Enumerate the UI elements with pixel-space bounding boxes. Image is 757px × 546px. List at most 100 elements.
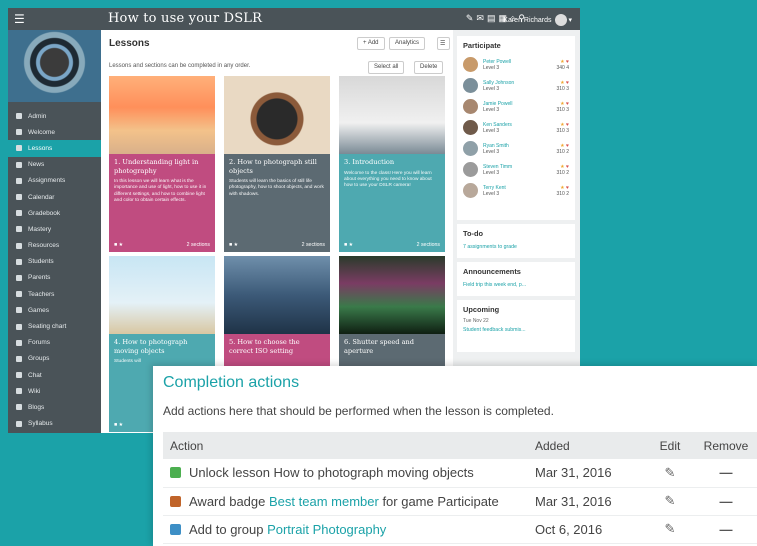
table-header: Action Added Edit Remove (163, 432, 757, 459)
sidebar-item-icon (16, 177, 22, 184)
sidebar-item-lessons[interactable]: Lessons (8, 140, 101, 157)
sidebar-item-games[interactable]: Games (8, 302, 101, 318)
lesson-image (109, 76, 215, 154)
action-link[interactable]: Portrait Photography (267, 522, 386, 537)
lesson-title: 5. How to choose the correct ISO setting (229, 338, 300, 355)
participant-level: Level 3 (483, 64, 500, 71)
select-all-button[interactable]: Select all (368, 61, 405, 74)
sections-count: 2 sections (186, 242, 210, 248)
sidebar-item-students[interactable]: Students (8, 254, 101, 270)
participant-score: 310 (556, 85, 565, 92)
sections-count: 2 sections (416, 242, 440, 248)
participant-row[interactable]: Terry Kent Level 3 ★ ♥ 310 2 (463, 180, 569, 201)
pencil-icon[interactable]: ✎ (665, 465, 676, 480)
sidebar-item-icon (16, 226, 22, 233)
analytics-button[interactable]: Analytics (389, 37, 426, 50)
upcoming-item[interactable]: Student feedback submis... (463, 327, 569, 333)
avatar (463, 183, 478, 198)
user-menu[interactable]: Karen Richards ▾ (503, 14, 572, 26)
participant-row[interactable]: Steven Timm Level 3 ★ ♥ 310 2 (463, 159, 569, 180)
sidebar-item-icon (16, 372, 22, 379)
sidebar-item-syllabus[interactable]: Syllabus (8, 416, 101, 432)
checkbox-icon[interactable]: ■ ★ (114, 242, 123, 248)
participant-row[interactable]: Peter Powell Level 3 ★ ♥ 340 4 (463, 54, 569, 75)
sidebar-item-wiki[interactable]: Wiki (8, 383, 101, 399)
announcements-title: Announcements (463, 267, 521, 276)
participant-row[interactable]: Ken Sanders Level 3 ★ ♥ 310 3 (463, 117, 569, 138)
course-title: How to use your DSLR (108, 11, 263, 26)
sidebar-item-resources[interactable]: Resources (8, 238, 101, 254)
participant-row[interactable]: Sally Johnson Level 3 ★ ♥ 310 3 (463, 75, 569, 96)
announcements-panel: Announcements Field trip this week end, … (457, 262, 575, 296)
checkbox-icon[interactable]: ■ ★ (114, 422, 123, 428)
lesson-card[interactable]: 1. Understanding light in photography In … (109, 76, 215, 252)
remove-icon[interactable]: — (720, 465, 733, 480)
sidebar-item-groups[interactable]: Groups (8, 351, 101, 367)
sidebar-item-label: Parents (28, 274, 51, 282)
sidebar-item-calendar[interactable]: Calendar (8, 189, 101, 205)
sidebar-item-blogs[interactable]: Blogs (8, 399, 101, 415)
sidebar-item-label: Seating chart (28, 323, 67, 331)
sidebar-item-icon (16, 274, 22, 281)
announcement-item[interactable]: Field trip this week end, p... (463, 282, 569, 288)
remove-icon[interactable]: — (720, 522, 733, 537)
participant-badges: 2 (566, 190, 569, 197)
sidebar-item-parents[interactable]: Parents (8, 270, 101, 286)
sidebar-item-chat[interactable]: Chat (8, 367, 101, 383)
sidebar-item-forums[interactable]: Forums (8, 335, 101, 351)
menu-icon[interactable]: ☰ (437, 37, 450, 50)
action-link[interactable]: Best team member (269, 494, 379, 509)
sidebar-item-teachers[interactable]: Teachers (8, 286, 101, 302)
participant-row[interactable]: Jamie Powell Level 3 ★ ♥ 310 3 (463, 96, 569, 117)
participant-level: Level 3 (483, 85, 500, 92)
table-row: Unlock lesson How to photograph moving o… (163, 459, 757, 488)
sidebar-item-icon (16, 129, 22, 136)
participant-badges: 3 (566, 127, 569, 134)
lesson-description: Welcome to the class! Here you will lear… (344, 170, 432, 189)
table-row: Add to group Portrait Photography Oct 6, … (163, 515, 757, 544)
pencil-icon[interactable]: ✎ (665, 521, 676, 536)
sidebar-item-seating-chart[interactable]: Seating chart (8, 318, 101, 334)
lesson-title: 6. Shutter speed and aperture (344, 338, 414, 355)
checkbox-icon[interactable]: ■ ★ (344, 242, 353, 248)
lesson-footer: ■ ★ 2 sections (229, 242, 325, 248)
participant-badges: 4 (566, 64, 569, 71)
avatar (463, 78, 478, 93)
user-name: Karen Richards (503, 16, 552, 24)
sidebar-item-admin[interactable]: Admin (8, 108, 101, 124)
lesson-card[interactable]: 2. How to photograph still objects Studen… (224, 76, 330, 252)
remove-icon[interactable]: — (720, 494, 733, 509)
sidebar-item-label: Chat (28, 371, 42, 379)
edit-cell: ✎ (645, 515, 695, 544)
sidebar-item-gradebook[interactable]: Gradebook (8, 205, 101, 221)
pencil-icon[interactable]: ✎ (665, 493, 676, 508)
participant-name: Terry Kent (483, 184, 506, 191)
added-date: Mar 31, 2016 (535, 487, 645, 516)
lesson-image (339, 76, 445, 154)
remove-cell: — (695, 487, 757, 516)
participant-level: Level 3 (483, 106, 500, 113)
completion-title: Completion actions (163, 374, 300, 391)
delete-button[interactable]: Delete (414, 61, 444, 74)
sidebar-item-label: Students (28, 258, 54, 266)
checkbox-icon[interactable]: ■ ★ (229, 242, 238, 248)
sidebar-item-label: Gradebook (28, 209, 61, 217)
sidebar-item-icon (16, 420, 22, 427)
sidebar-item-label: Wiki (28, 387, 41, 395)
sidebar-item-mastery[interactable]: Mastery (8, 221, 101, 237)
badge-icon (170, 495, 181, 507)
participant-name: Ken Sanders (483, 121, 512, 128)
sidebar-item-icon (16, 307, 22, 314)
lesson-card[interactable]: 3. Introduction Welcome to the class! Her… (339, 76, 445, 252)
sidebar-item-welcome[interactable]: Welcome (8, 124, 101, 140)
hamburger-icon[interactable]: ☰ (14, 12, 25, 26)
sidebar-item-label: Assignments (28, 177, 66, 185)
participant-score: 310 (556, 190, 565, 197)
sidebar-item-news[interactable]: News (8, 157, 101, 173)
todo-item[interactable]: 7 assignments to grade (463, 244, 569, 250)
add-button[interactable]: + Add (357, 37, 385, 50)
participant-row[interactable]: Ryan Smith Level 3 ★ ♥ 310 2 (463, 138, 569, 159)
sidebar-item-assignments[interactable]: Assignments (8, 173, 101, 189)
lesson-description: In this lesson we will learn what is the… (114, 179, 207, 204)
sidebar-item-label: Forums (28, 339, 51, 347)
